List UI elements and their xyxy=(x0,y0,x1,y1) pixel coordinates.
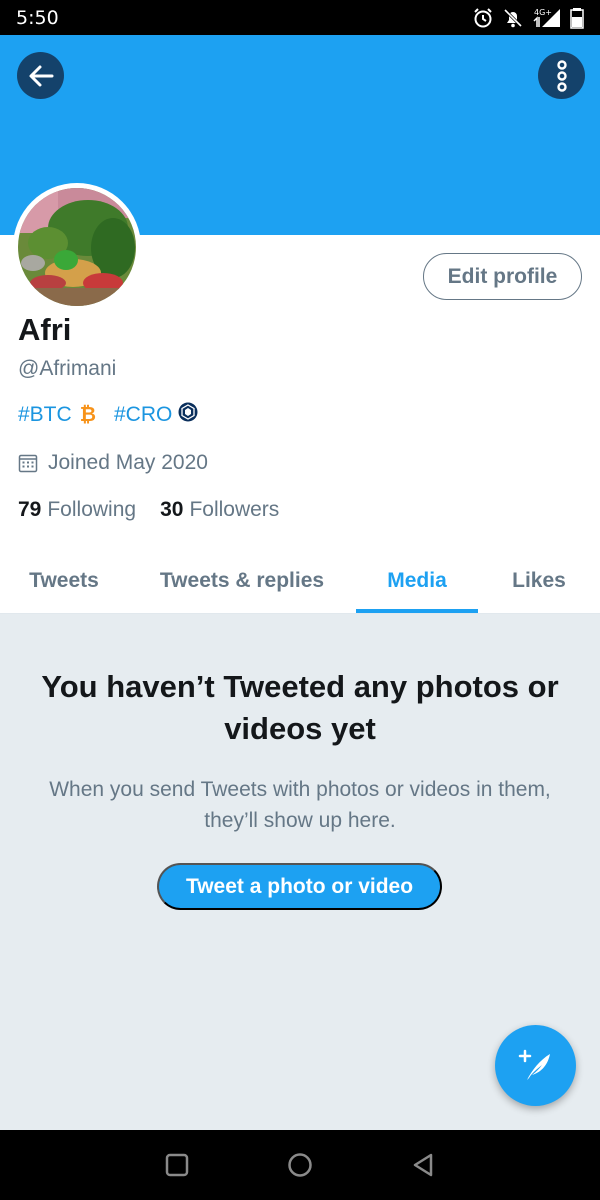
joined-text: Joined May 2020 xyxy=(48,451,208,474)
joined-date: Joined May 2020 xyxy=(18,451,208,475)
hashtag-cro-label: #CRO xyxy=(114,403,173,426)
notifications-off-icon xyxy=(503,8,523,27)
following-link[interactable]: 79 Following xyxy=(18,498,136,522)
active-tab-indicator xyxy=(356,609,478,613)
home-circle-icon xyxy=(288,1153,312,1177)
arrow-left-icon xyxy=(29,65,53,86)
status-time: 5:50 xyxy=(16,6,59,29)
tab-media[interactable]: Media xyxy=(356,548,478,614)
bitcoin-icon: ₿ xyxy=(79,403,96,426)
hashtag-btc-label: #BTC xyxy=(18,403,72,426)
followers-count: 30 xyxy=(160,498,184,521)
tweet-photo-video-button[interactable]: Tweet a photo or video xyxy=(157,863,442,910)
signal-icon: 4G+ xyxy=(533,8,560,27)
followers-link[interactable]: 30 Followers xyxy=(160,498,279,522)
tab-likes[interactable]: Likes xyxy=(478,548,600,614)
cro-coin-icon xyxy=(178,402,198,428)
battery-icon xyxy=(570,7,584,29)
more-vertical-icon xyxy=(556,59,567,92)
system-navigation-bar xyxy=(0,1130,600,1200)
followers-label: Followers xyxy=(189,498,280,521)
empty-state-title: You haven’t Tweeted any photos or videos… xyxy=(41,669,559,746)
alarm-icon xyxy=(474,7,492,27)
empty-state-description: When you send Tweets with photos or vide… xyxy=(49,778,551,832)
profile-bio: #BTC ₿ #CRO xyxy=(18,402,198,428)
avatar[interactable] xyxy=(13,183,141,311)
compose-tweet-icon xyxy=(518,1049,550,1080)
back-triangle-icon xyxy=(413,1153,433,1177)
tab-tweets[interactable]: Tweets xyxy=(0,548,128,614)
status-icons: 4G+ xyxy=(472,7,584,29)
compose-tweet-button[interactable] xyxy=(495,1025,576,1106)
display-name: Afri xyxy=(18,312,72,347)
recents-square-icon xyxy=(165,1153,189,1177)
home-button[interactable] xyxy=(285,1150,315,1180)
back-nav-button[interactable] xyxy=(408,1150,438,1180)
recents-button[interactable] xyxy=(162,1150,192,1180)
calendar-icon xyxy=(18,454,38,473)
more-options-button[interactable] xyxy=(538,52,585,99)
avatar-photo xyxy=(18,188,136,306)
tab-tweets-replies[interactable]: Tweets & replies xyxy=(128,548,356,614)
follow-stats: 79 Following 30 Followers xyxy=(18,498,279,522)
edit-profile-button[interactable]: Edit profile xyxy=(423,253,582,300)
bio-hashtag-btc[interactable]: #BTC ₿ xyxy=(18,403,96,427)
following-label: Following xyxy=(47,498,137,521)
back-button[interactable] xyxy=(17,52,64,99)
profile-tabs: Tweets Tweets & replies Media Likes xyxy=(0,548,600,614)
user-handle: @Afrimani xyxy=(18,357,117,380)
status-bar: 5:50 4G+ xyxy=(0,0,600,35)
bio-hashtag-cro[interactable]: #CRO xyxy=(114,402,198,428)
following-count: 79 xyxy=(18,498,42,521)
network-label: 4G+ xyxy=(534,8,552,17)
